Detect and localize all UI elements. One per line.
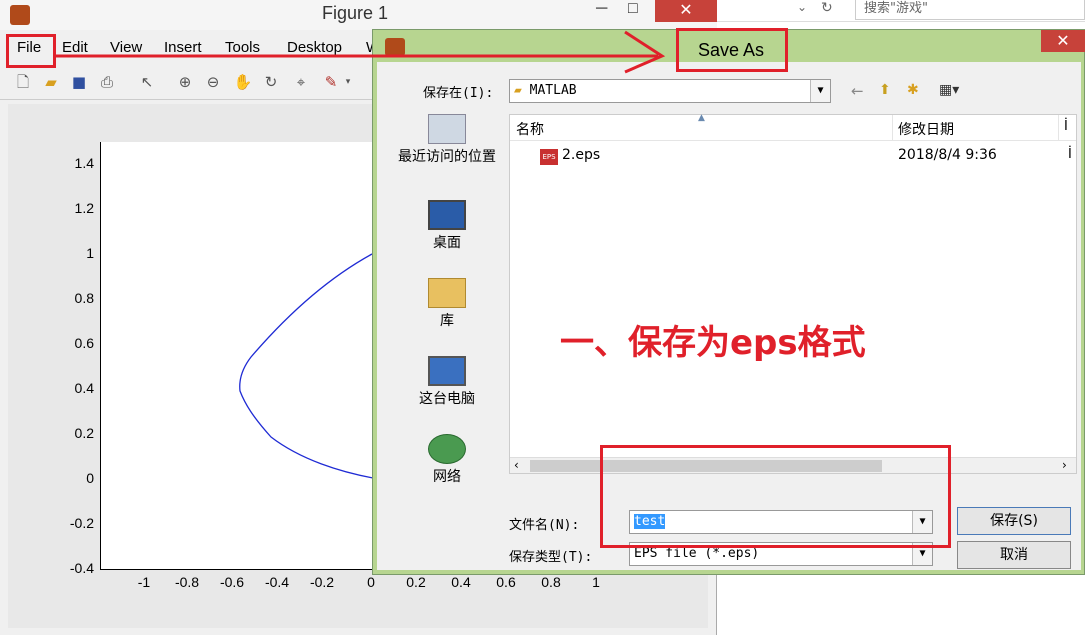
- column-divider[interactable]: [1058, 115, 1059, 141]
- column-name[interactable]: 名称: [516, 119, 544, 139]
- x-tick: -0.4: [264, 574, 290, 590]
- plot-curve: [239, 253, 373, 479]
- y-tick: 1.2: [74, 200, 94, 216]
- library-icon: [428, 278, 466, 308]
- file-list-header: 名称 ▲ 修改日期 İ: [510, 113, 1076, 141]
- back-icon[interactable]: ←: [851, 82, 864, 100]
- column-modified[interactable]: 修改日期: [898, 119, 954, 139]
- filetype-label: 保存类型(T):: [509, 550, 593, 565]
- x-tick: 0.4: [451, 574, 471, 590]
- file-extra: İ: [1068, 147, 1072, 162]
- folder-icon: ▰: [514, 83, 522, 98]
- minimize-icon[interactable]: ─: [596, 0, 607, 18]
- recent-places-icon: [428, 114, 466, 144]
- computer-icon: [428, 356, 466, 386]
- maximize-icon[interactable]: □: [628, 0, 638, 18]
- column-extra[interactable]: İ: [1064, 119, 1068, 134]
- place-label: 库: [440, 313, 454, 329]
- network-icon: [428, 434, 466, 464]
- y-tick: -0.4: [69, 560, 94, 576]
- chevron-down-icon[interactable]: ▼: [810, 80, 830, 102]
- up-folder-icon[interactable]: ⬆: [879, 82, 891, 98]
- highlight-dialog-title: [676, 28, 788, 72]
- browser-bar: ⌄ ↻ 搜索"游戏": [717, 0, 1085, 22]
- save-in-select[interactable]: ▰ MATLAB ▼: [509, 79, 831, 103]
- x-tick: -0.6: [219, 574, 245, 590]
- y-tick: 0.8: [74, 290, 94, 306]
- filetype-value: EPS file (*.eps): [634, 546, 760, 561]
- x-tick: 0.2: [406, 574, 426, 590]
- x-tick: -0.2: [309, 574, 335, 590]
- view-menu-icon[interactable]: ▦▾: [939, 82, 959, 98]
- matlab-icon: [10, 5, 30, 25]
- annotation-caption: 一、保存为eps格式: [560, 323, 866, 363]
- sort-asc-icon: ▲: [698, 113, 705, 123]
- scroll-right-icon[interactable]: ›: [1062, 458, 1067, 472]
- place-network[interactable]: 网络: [387, 434, 507, 486]
- refresh-icon[interactable]: ↻: [821, 0, 833, 16]
- x-tick: 0.8: [541, 574, 561, 590]
- file-list: 名称 ▲ 修改日期 İ EPS 2.eps 2018/8/4 9:36 İ ‹ …: [509, 113, 1077, 474]
- close-icon[interactable]: ✕: [1041, 30, 1085, 52]
- highlight-file-menu: [6, 34, 56, 68]
- place-label: 这台电脑: [419, 391, 475, 407]
- desktop-icon: [428, 200, 466, 230]
- cancel-button[interactable]: 取消: [957, 541, 1071, 569]
- plot-curve-svg: [239, 253, 373, 479]
- file-name: 2.eps: [562, 147, 601, 163]
- new-file-icon[interactable]: 🗋: [12, 71, 34, 93]
- place-library[interactable]: 库: [387, 278, 507, 330]
- place-label: 网络: [433, 469, 461, 485]
- x-tick: -1: [137, 574, 151, 590]
- place-label: 桌面: [433, 235, 461, 251]
- y-tick: 1: [86, 245, 94, 261]
- chevron-down-icon[interactable]: ⌄: [797, 0, 807, 14]
- place-desktop[interactable]: 桌面: [387, 200, 507, 252]
- annotation-arrow: [54, 30, 666, 74]
- y-tick: 0.2: [74, 425, 94, 441]
- save-in-value: MATLAB: [529, 83, 577, 98]
- eps-file-icon: EPS: [540, 149, 558, 165]
- y-tick: -0.2: [69, 515, 94, 531]
- y-tick: 0: [86, 470, 94, 486]
- file-modified: 2018/8/4 9:36: [898, 147, 997, 163]
- save-in-label: 保存在(I):: [423, 86, 494, 101]
- y-tick: 0.4: [74, 380, 94, 396]
- highlight-file-fields: [600, 445, 951, 548]
- plot-axes: [100, 142, 373, 570]
- place-recent[interactable]: 最近访问的位置: [387, 114, 507, 166]
- new-folder-icon[interactable]: ✱: [907, 82, 919, 98]
- figure-title: Figure 1: [322, 3, 389, 23]
- column-divider[interactable]: [892, 115, 893, 141]
- x-tick: -0.8: [174, 574, 200, 590]
- browser-search-input[interactable]: 搜索"游戏": [855, 0, 1085, 20]
- save-button[interactable]: 保存(S): [957, 507, 1071, 535]
- file-row[interactable]: EPS 2.eps 2018/8/4 9:36 İ: [510, 143, 1076, 169]
- close-icon[interactable]: ✕: [655, 0, 717, 22]
- y-tick: 0.6: [74, 335, 94, 351]
- filename-label: 文件名(N):: [509, 518, 580, 533]
- x-tick: 0: [367, 574, 375, 590]
- place-label: 最近访问的位置: [398, 149, 496, 165]
- y-tick: 1.4: [74, 155, 94, 171]
- x-tick: 1: [592, 574, 600, 590]
- figure-titlebar: Figure 1 ─ □ ✕: [0, 0, 717, 30]
- scroll-left-icon[interactable]: ‹: [514, 458, 519, 472]
- place-this-pc[interactable]: 这台电脑: [387, 356, 507, 408]
- x-tick: 0.6: [496, 574, 516, 590]
